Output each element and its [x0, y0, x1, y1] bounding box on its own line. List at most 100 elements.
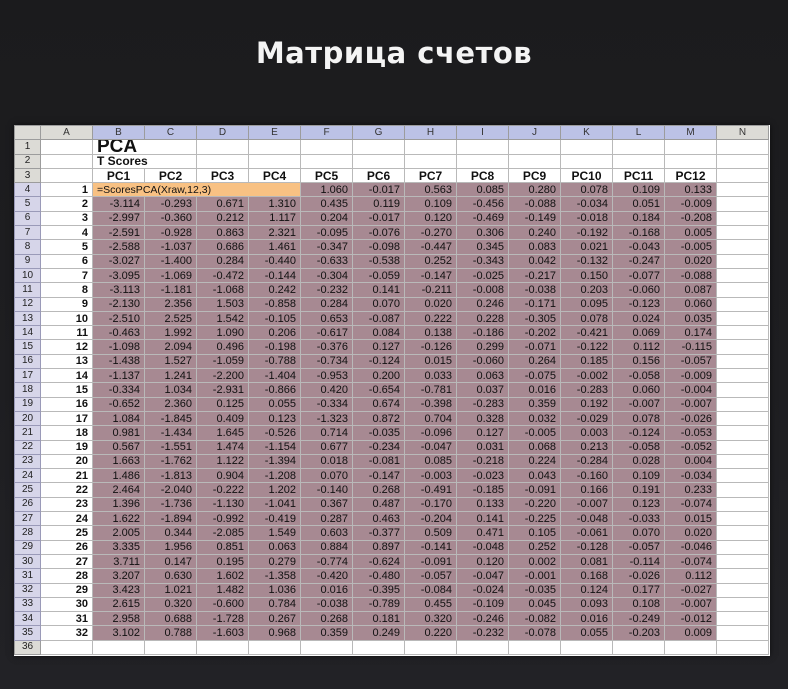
score-cell[interactable]: -0.024: [456, 582, 509, 598]
row-header-35[interactable]: 35: [14, 625, 41, 641]
score-cell[interactable]: 3.207: [92, 568, 145, 584]
score-cell[interactable]: -0.376: [300, 339, 353, 355]
score-cell[interactable]: -0.105: [248, 310, 301, 327]
sheet-title[interactable]: PCA: [92, 139, 197, 155]
score-cell[interactable]: -0.170: [404, 496, 457, 513]
score-cell[interactable]: 0.904: [196, 468, 249, 484]
score-cell[interactable]: 0.051: [612, 196, 665, 212]
row-header-17[interactable]: 17: [14, 368, 41, 384]
score-cell[interactable]: -1.603: [196, 625, 249, 641]
score-cell[interactable]: -0.034: [560, 196, 613, 212]
score-cell[interactable]: 0.141: [352, 282, 405, 298]
score-cell[interactable]: -0.038: [300, 596, 353, 613]
score-cell[interactable]: 0.863: [196, 225, 249, 241]
score-cell[interactable]: -3.113: [92, 282, 145, 298]
score-cell[interactable]: -0.734: [300, 353, 353, 370]
score-cell[interactable]: -1.551: [144, 439, 197, 455]
score-cell[interactable]: -0.009: [664, 196, 717, 212]
column-header-m[interactable]: M: [664, 124, 717, 141]
score-cell[interactable]: -0.624: [352, 553, 405, 570]
score-cell[interactable]: -2.085: [196, 525, 249, 541]
score-cell[interactable]: 0.509: [404, 525, 457, 541]
score-cell[interactable]: 1.202: [248, 482, 301, 498]
score-cell[interactable]: -2.200: [196, 368, 249, 384]
score-cell[interactable]: 1.090: [196, 325, 249, 341]
score-cell[interactable]: -0.440: [248, 253, 301, 269]
score-cell[interactable]: -0.234: [352, 439, 405, 455]
score-cell[interactable]: 0.367: [300, 496, 353, 513]
score-cell[interactable]: 0.003: [560, 425, 613, 441]
pc-header-4[interactable]: PC4: [248, 167, 301, 184]
score-cell[interactable]: -0.147: [352, 468, 405, 484]
score-cell[interactable]: 1.549: [248, 525, 301, 541]
score-cell[interactable]: -0.858: [248, 296, 301, 312]
score-cell[interactable]: -0.075: [508, 368, 561, 384]
score-cell[interactable]: 2.615: [92, 596, 145, 613]
score-cell[interactable]: 0.112: [664, 568, 717, 584]
column-header-i[interactable]: I: [456, 124, 509, 141]
score-cell[interactable]: -0.218: [456, 453, 509, 470]
score-cell[interactable]: -0.491: [404, 482, 457, 498]
score-cell[interactable]: 1.396: [92, 496, 145, 513]
score-cell[interactable]: 0.174: [664, 325, 717, 341]
score-cell[interactable]: 0.420: [300, 382, 353, 398]
cell[interactable]: [664, 139, 717, 155]
score-cell[interactable]: 0.191: [612, 482, 665, 498]
score-cell[interactable]: -1.181: [144, 282, 197, 298]
cell[interactable]: [248, 639, 301, 655]
cell[interactable]: [404, 139, 457, 155]
score-cell[interactable]: -1.358: [248, 568, 301, 584]
score-cell[interactable]: 0.204: [300, 210, 353, 227]
score-cell[interactable]: 0.185: [560, 353, 613, 370]
score-cell[interactable]: -0.088: [508, 196, 561, 212]
score-cell[interactable]: -0.058: [612, 439, 665, 455]
score-cell[interactable]: 1.503: [196, 296, 249, 312]
score-cell[interactable]: 1.663: [92, 453, 145, 470]
score-cell[interactable]: 0.884: [300, 539, 353, 555]
score-cell[interactable]: 0.240: [508, 225, 561, 241]
score-cell[interactable]: 0.714: [300, 425, 353, 441]
row-header-32[interactable]: 32: [14, 582, 41, 598]
row-header-8[interactable]: 8: [14, 239, 41, 255]
score-cell[interactable]: -0.377: [352, 525, 405, 541]
score-cell[interactable]: 1.461: [248, 239, 301, 255]
score-cell[interactable]: -0.469: [456, 210, 509, 227]
cell[interactable]: [716, 296, 769, 312]
cell[interactable]: [248, 139, 301, 155]
score-cell[interactable]: 0.968: [248, 625, 301, 641]
score-cell[interactable]: -0.249: [612, 611, 665, 627]
score-cell[interactable]: -0.866: [248, 382, 301, 398]
score-cell[interactable]: -0.398: [404, 396, 457, 412]
score-cell[interactable]: 1.036: [248, 582, 301, 598]
score-cell[interactable]: 0.020: [664, 525, 717, 541]
score-cell[interactable]: 1.034: [144, 382, 197, 398]
cell[interactable]: [196, 639, 249, 655]
cell[interactable]: [716, 196, 769, 212]
score-cell[interactable]: 0.320: [144, 596, 197, 613]
score-cell[interactable]: -0.652: [92, 396, 145, 412]
score-cell[interactable]: 0.016: [560, 611, 613, 627]
score-cell[interactable]: 0.042: [508, 253, 561, 269]
score-cell[interactable]: -0.060: [612, 282, 665, 298]
score-cell[interactable]: -0.395: [352, 582, 405, 598]
row-header-16[interactable]: 16: [14, 353, 41, 370]
score-cell[interactable]: -0.204: [404, 511, 457, 527]
column-header-g[interactable]: G: [352, 124, 405, 141]
pc-header-12[interactable]: PC12: [664, 167, 717, 184]
column-header-a[interactable]: A: [40, 124, 93, 141]
score-cell[interactable]: -0.147: [404, 267, 457, 284]
score-cell[interactable]: -0.074: [664, 553, 717, 570]
cell[interactable]: [716, 210, 769, 227]
cell[interactable]: [716, 553, 769, 570]
score-cell[interactable]: 0.788: [144, 625, 197, 641]
score-cell[interactable]: 0.005: [664, 225, 717, 241]
score-cell[interactable]: 0.068: [508, 439, 561, 455]
score-cell[interactable]: 0.603: [300, 525, 353, 541]
score-cell[interactable]: -0.098: [352, 239, 405, 255]
pc-header-3[interactable]: PC3: [196, 167, 249, 184]
score-cell[interactable]: -0.060: [456, 353, 509, 370]
score-cell[interactable]: 0.125: [196, 396, 249, 412]
score-cell[interactable]: 1.021: [144, 582, 197, 598]
score-cell[interactable]: -0.992: [196, 511, 249, 527]
score-cell[interactable]: 2.360: [144, 396, 197, 412]
